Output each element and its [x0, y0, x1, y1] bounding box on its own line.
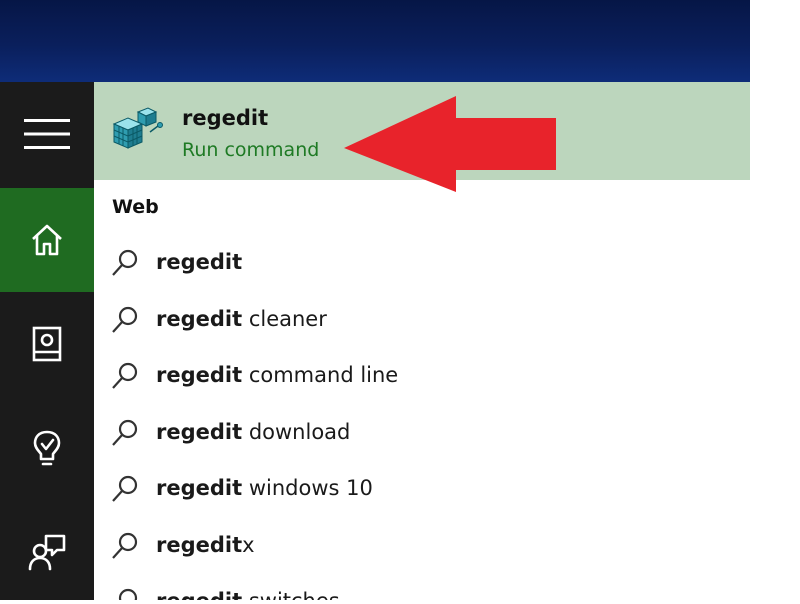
web-result-text: regedit command line: [156, 363, 399, 388]
web-result-text: regedit cleaner: [156, 306, 327, 331]
web-result-item[interactable]: regedit: [94, 234, 750, 291]
web-result-item[interactable]: regedit windows 10: [94, 460, 750, 517]
web-result-item[interactable]: regedit command line: [94, 347, 750, 404]
web-result-text: regedit: [156, 250, 243, 275]
hamburger-icon: [24, 119, 70, 149]
sidebar-notebook-button[interactable]: [0, 292, 94, 396]
sidebar-home-button[interactable]: [0, 188, 94, 292]
notebook-icon: [32, 326, 62, 362]
home-icon: [32, 224, 62, 256]
search-icon: [118, 588, 138, 600]
screenshot-margin: [750, 0, 800, 600]
best-match-subtitle: Run command: [182, 139, 320, 161]
web-result-text: regeditx: [156, 532, 255, 557]
desktop-background: [0, 0, 750, 82]
sidebar-menu-button[interactable]: [0, 82, 94, 186]
web-result-text: regedit switches: [156, 589, 340, 600]
best-match-title: regedit: [182, 106, 269, 130]
web-result-item[interactable]: regedit download: [94, 404, 750, 461]
web-results-list: regedit regedit cleaner regedit command …: [94, 234, 750, 600]
registry-editor-icon: [112, 107, 163, 149]
search-icon: [112, 249, 138, 276]
search-icon: [112, 306, 138, 333]
sidebar-feedback-button[interactable]: [0, 500, 94, 604]
search-icon: [112, 419, 138, 446]
web-result-item[interactable]: regeditx: [94, 517, 750, 574]
web-result-item[interactable]: regedit switches: [94, 573, 750, 600]
search-results-panel: regedit Run command Web regedit regedit …: [94, 82, 750, 600]
web-section-label: Web: [112, 196, 159, 218]
cortana-sidebar: [0, 82, 94, 600]
web-result-text: regedit windows 10: [156, 476, 373, 501]
search-icon: [112, 475, 138, 502]
search-icon: [112, 532, 138, 559]
web-result-item[interactable]: regedit cleaner: [94, 291, 750, 348]
search-icon: [112, 362, 138, 389]
web-result-text: regedit download: [156, 419, 351, 444]
feedback-icon: [28, 534, 66, 571]
sidebar-reminders-button[interactable]: [0, 396, 94, 500]
red-arrow-annotation: [344, 96, 556, 192]
lightbulb-icon: [33, 430, 61, 466]
